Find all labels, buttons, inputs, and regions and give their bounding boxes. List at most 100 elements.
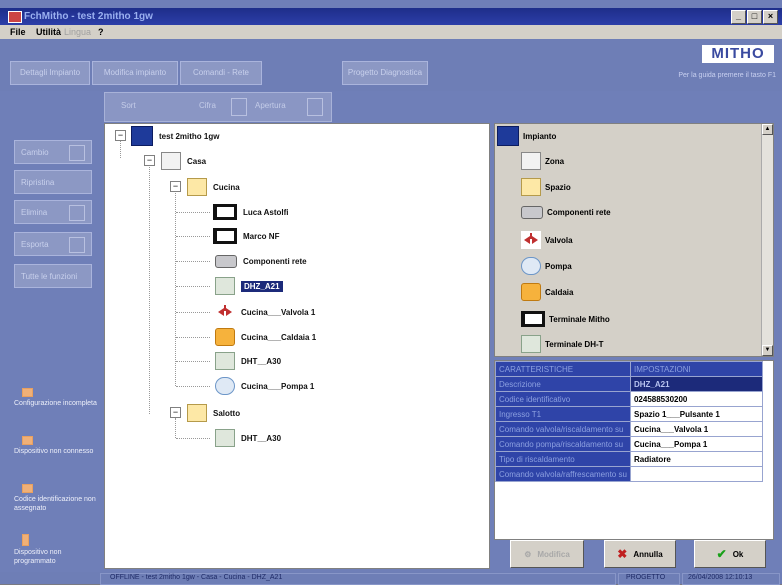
id-missing-icon	[22, 484, 33, 493]
modifica-button[interactable]: ⚙ Modifica	[510, 540, 584, 568]
sort-button[interactable]: Sort	[121, 101, 136, 110]
comandi-rete-button[interactable]: Comandi - Rete	[180, 61, 262, 85]
scroll-down-arrow[interactable]: ▼	[762, 345, 773, 356]
property-value[interactable]: Cucina___Valvola 1	[629, 421, 764, 437]
esporta-button[interactable]: Esporta	[14, 232, 92, 256]
legend-item: Dispositivo non connesso	[14, 436, 104, 456]
elimina-icon	[69, 205, 85, 221]
palette-item-caldaia[interactable]: Caldaia	[521, 283, 573, 301]
tree-item-caldaia[interactable]: Cucina___Caldaia 1	[215, 326, 316, 348]
tree-item-componenti[interactable]: Componenti rete	[215, 250, 307, 272]
network-component-icon	[215, 254, 237, 268]
tree-item-dhz[interactable]: DHZ_A21	[215, 275, 283, 297]
legend-item: Codice identificazione non assegnato	[14, 484, 104, 513]
zona-icon	[521, 152, 541, 170]
tree-item-cucina[interactable]: Cucina	[187, 176, 240, 198]
help-hint: Per la guida premere il tasto F1	[678, 72, 776, 79]
property-value[interactable]: Spazio 1___Pulsante 1	[629, 406, 764, 422]
palette-scrollbar[interactable]: ▲ ▼	[761, 124, 773, 356]
palette-item-terminale-mitho[interactable]: Terminale Mitho	[521, 311, 610, 327]
table-row[interactable]: Ingresso T1 Spazio 1___Pulsante 1	[495, 406, 764, 422]
collapse-toggle[interactable]: −	[170, 407, 181, 418]
properties-panel: CARATTERISTICHE IMPOSTAZIONI Descrizione…	[494, 360, 774, 540]
palette-item-componenti[interactable]: Componenti rete	[521, 206, 611, 219]
palette-item-pompa[interactable]: Pompa	[521, 257, 572, 275]
property-key: Comando valvola/raffrescamento su	[495, 466, 631, 482]
modifica-impianto-button[interactable]: Modifica impianto	[92, 61, 178, 85]
spazio-icon	[187, 404, 207, 422]
status-path: OFFLINE - test 2mitho 1gw - Casa - Cucin…	[110, 574, 283, 581]
tree-item-pompa[interactable]: Cucina___Pompa 1	[215, 375, 314, 397]
maximize-button[interactable]: □	[747, 10, 762, 24]
tree-item-dht2[interactable]: DHT__A30	[215, 427, 281, 449]
annulla-button[interactable]: ✖ Annulla	[604, 540, 676, 568]
tree-line	[149, 164, 150, 414]
collapse-toggle[interactable]: −	[144, 155, 155, 166]
property-key: Tipo di riscaldamento	[495, 451, 631, 467]
tree-line	[175, 418, 176, 438]
tree-line	[176, 212, 210, 213]
dettagli-impianto-button[interactable]: Dettagli Impianto	[10, 61, 90, 85]
tree-item-marco[interactable]: Marco NF	[213, 225, 279, 247]
boiler-icon	[215, 328, 235, 346]
status-datetime: 26/04/2008 12:10:13	[688, 574, 753, 581]
property-value[interactable]: DHZ_A21	[629, 376, 764, 392]
table-row[interactable]: Comando valvola/riscaldamento su Cucina_…	[495, 421, 764, 437]
edit-icon: ⚙	[524, 549, 532, 559]
elimina-label: Elimina	[21, 208, 48, 217]
main-window: FchMitho - test 2mitho 1gw _ □ × File Ut…	[0, 0, 782, 585]
network-component-icon	[521, 206, 543, 219]
legend-label: Dispositivo non connesso	[14, 448, 94, 455]
menu-bar: File Utilità Lingua ?	[0, 25, 782, 39]
property-value[interactable]: Cucina___Pompa 1	[629, 436, 764, 452]
tree-item-luca[interactable]: Luca Astolfi	[213, 201, 288, 223]
table-row[interactable]: Comando pompa/riscaldamento su Cucina___…	[495, 436, 764, 452]
menu-utility[interactable]: Utilità	[36, 25, 61, 39]
menu-lingua[interactable]: Lingua	[64, 25, 91, 39]
palette-item-spazio[interactable]: Spazio	[521, 178, 571, 196]
menu-file[interactable]: File	[10, 25, 26, 39]
property-key: Ingresso T1	[495, 406, 631, 422]
tree-item-valvola[interactable]: Cucina___Valvola 1	[215, 301, 315, 323]
tree-item-salotto[interactable]: Salotto	[187, 402, 240, 424]
tutte-funzioni-button[interactable]: Tutte le funzioni	[14, 264, 92, 288]
valve-icon	[215, 303, 235, 321]
collapse-toggle[interactable]: −	[170, 181, 181, 192]
property-value[interactable]: 024588530200	[629, 391, 764, 407]
menu-help[interactable]: ?	[98, 25, 104, 39]
palette-item-impianto[interactable]: Impianto	[497, 126, 556, 146]
dht-device-icon	[521, 335, 541, 353]
open-button[interactable]: Apertura	[255, 101, 286, 110]
filter-button[interactable]: Cifra	[199, 101, 216, 110]
system-tree[interactable]: − test 2mitho 1gw − Casa − Cucina Luca A…	[104, 123, 490, 569]
window-controls: _ □ ×	[731, 10, 778, 24]
elimina-button[interactable]: Elimina	[14, 200, 92, 224]
palette-item-zona[interactable]: Zona	[521, 152, 564, 170]
table-row[interactable]: Descrizione DHZ_A21	[495, 376, 764, 392]
scroll-up-arrow[interactable]: ▲	[762, 124, 773, 135]
tree-item-casa[interactable]: Casa	[161, 150, 206, 172]
palette-item-terminale-dht[interactable]: Terminale DH-T	[521, 335, 604, 353]
tree-item-root[interactable]: test 2mitho 1gw	[131, 125, 219, 147]
ripristina-label: Ripristina	[21, 178, 55, 187]
disconnected-icon	[22, 436, 33, 445]
check-icon: ✔	[716, 547, 727, 561]
close-button[interactable]: ×	[763, 10, 778, 24]
property-value[interactable]	[629, 466, 764, 482]
cambio-label: Cambio	[21, 148, 49, 157]
table-row[interactable]: Comando valvola/raffrescamento su	[495, 466, 764, 482]
cambio-button[interactable]: Cambio	[14, 140, 92, 164]
palette-item-valvola[interactable]: Valvola	[521, 231, 573, 249]
ok-button[interactable]: ✔ Ok	[694, 540, 766, 568]
minimize-button[interactable]: _	[731, 10, 746, 24]
table-row[interactable]: Tipo di riscaldamento Radiatore	[495, 451, 764, 467]
legend-label: Codice identificazione non assegnato	[14, 496, 96, 512]
tree-toolbar: Sort Cifra Apertura	[104, 92, 332, 122]
tree-line	[176, 361, 210, 362]
tree-item-dht[interactable]: DHT__A30	[215, 350, 281, 372]
property-value[interactable]: Radiatore	[629, 451, 764, 467]
ripristina-button[interactable]: Ripristina	[14, 170, 92, 194]
table-row[interactable]: Codice identificativo 024588530200	[495, 391, 764, 407]
progetto-diagnostica-button[interactable]: Progetto Diagnostica	[342, 61, 428, 85]
collapse-toggle[interactable]: −	[115, 130, 126, 141]
